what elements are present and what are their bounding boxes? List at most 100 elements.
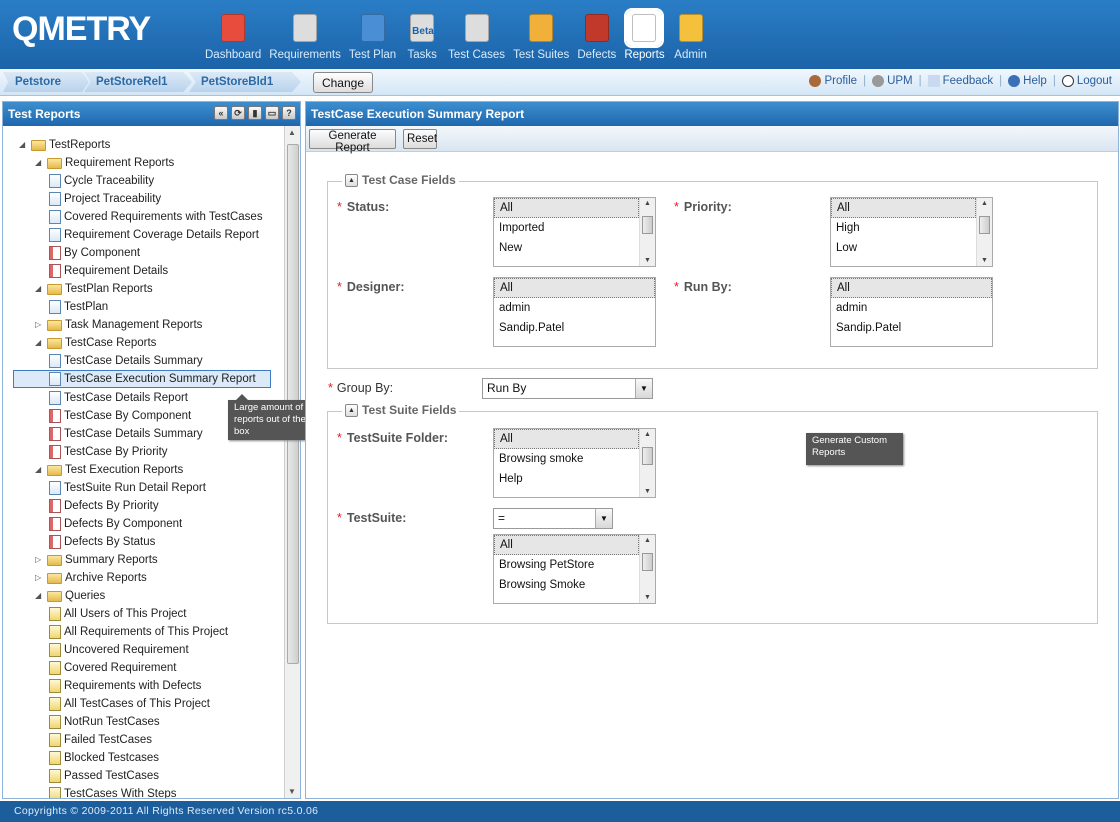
expand-icon[interactable]: ▷	[35, 569, 44, 587]
status-list[interactable]: All Imported New ▲ ▼	[493, 197, 656, 267]
list-option[interactable]: All	[494, 535, 639, 555]
ts-fields-legend[interactable]: ▲ Test Suite Fields	[342, 403, 460, 417]
profile-link[interactable]: Profile	[809, 75, 857, 87]
scroll-down-icon[interactable]: ▼	[644, 488, 651, 495]
priority-list[interactable]: All High Low ▲ ▼	[830, 197, 993, 267]
tree-report[interactable]: Requirement Coverage Details Report	[49, 226, 259, 244]
nav-requirements[interactable]: Requirements	[266, 0, 344, 69]
scroll-thumb[interactable]	[642, 553, 653, 571]
list-scrollbar[interactable]: ▲ ▼	[976, 198, 992, 266]
tree-folder[interactable]: ◢ TestCase Reports	[35, 334, 156, 352]
tree-report[interactable]: Project Traceability	[49, 190, 161, 208]
upm-link[interactable]: UPM	[872, 75, 913, 87]
tree-report[interactable]: TestCases With Steps	[49, 785, 176, 798]
release-crumb[interactable]: PetStoreRel1	[84, 72, 192, 92]
list-option[interactable]: Browsing PetStore	[494, 555, 639, 575]
groupby-select[interactable]: Run By ▼	[482, 378, 653, 399]
panel-help-icon[interactable]: ?	[282, 106, 296, 120]
collapse-icon[interactable]: ◢	[35, 587, 44, 605]
list-scrollbar[interactable]: ▲ ▼	[639, 198, 655, 266]
tree-folder[interactable]: ▷ Summary Reports	[35, 551, 158, 569]
tree-folder[interactable]: ◢ TestPlan Reports	[35, 280, 153, 298]
tree-report[interactable]: Cycle Traceability	[49, 172, 154, 190]
tsfolder-list[interactable]: All Browsing smoke Help ▲ ▼	[493, 428, 656, 498]
minimize-icon[interactable]: ▭	[265, 106, 279, 120]
testsuite-operator-select[interactable]: = ▼	[493, 508, 613, 529]
list-option[interactable]: Low	[831, 238, 976, 258]
tree-report[interactable]: All Requirements of This Project	[49, 623, 228, 641]
tree-report[interactable]: TestCase By Priority	[49, 443, 168, 461]
tree-folder[interactable]: ◢ TestReports	[19, 136, 110, 154]
scroll-up-icon[interactable]: ▲	[644, 200, 651, 207]
collapse-icon[interactable]: ◢	[35, 154, 44, 172]
designer-list[interactable]: All admin Sandip.Patel	[493, 277, 656, 347]
tree-report[interactable]: TestCase Details Summary	[49, 352, 203, 370]
generate-report-button[interactable]: Generate Report	[309, 129, 396, 154]
list-option[interactable]: Help	[494, 469, 639, 489]
build-crumb[interactable]: PetStoreBld1	[189, 72, 301, 92]
tree-report[interactable]: NotRun TestCases	[49, 713, 160, 731]
collapse-icon[interactable]: «	[214, 106, 228, 120]
tree-report[interactable]: TestCase By Component	[49, 407, 191, 425]
tree-folder[interactable]: ◢ Requirement Reports	[35, 154, 174, 172]
nav-reports[interactable]: Reports	[621, 0, 667, 69]
collapse-icon[interactable]: ◢	[19, 136, 28, 154]
tree-report[interactable]: Defects By Priority	[49, 497, 159, 515]
logout-link[interactable]: Logout	[1061, 75, 1112, 87]
tree-report[interactable]: TestCase Execution Summary Report	[13, 370, 271, 388]
tree-report[interactable]: TestCase Details Report	[49, 389, 188, 407]
help-link[interactable]: Help	[1008, 75, 1047, 87]
chevron-down-icon[interactable]: ▼	[635, 379, 652, 398]
nav-tasks[interactable]: Beta Tasks	[401, 0, 443, 69]
testsuite-list[interactable]: All Browsing PetStore Browsing Smoke ▲ ▼	[493, 534, 656, 604]
nav-test-plan[interactable]: Test Plan	[346, 0, 399, 69]
reset-button[interactable]: Reset	[403, 129, 437, 149]
tree-folder[interactable]: ▷ Archive Reports	[35, 569, 147, 587]
tree-folder[interactable]: ▷ Task Management Reports	[35, 316, 202, 334]
runby-list[interactable]: All admin Sandip.Patel	[830, 277, 993, 347]
tree-scrollbar[interactable]: ▲ ▼	[284, 126, 300, 798]
tree-report[interactable]: Requirements with Defects	[49, 677, 201, 695]
tree-report[interactable]: Passed TestCases	[49, 767, 159, 785]
collapse-up-icon[interactable]: ▲	[345, 173, 358, 187]
list-scrollbar[interactable]: ▲ ▼	[639, 429, 655, 497]
list-scrollbar[interactable]: ▲ ▼	[639, 535, 655, 603]
expand-icon[interactable]: ▷	[35, 551, 44, 569]
tree-report[interactable]: TestCase Details Summary	[49, 425, 203, 443]
scroll-thumb[interactable]	[642, 216, 653, 234]
feedback-link[interactable]: Feedback	[927, 75, 993, 87]
scroll-down-icon[interactable]: ▼	[288, 787, 296, 796]
tree-report[interactable]: Defects By Component	[49, 515, 182, 533]
scroll-up-icon[interactable]: ▲	[981, 200, 988, 207]
refresh-icon[interactable]: ⟳	[231, 106, 245, 120]
scroll-up-icon[interactable]: ▲	[288, 128, 296, 137]
scroll-down-icon[interactable]: ▼	[644, 594, 651, 601]
tree-report[interactable]: All TestCases of This Project	[49, 695, 210, 713]
scroll-up-icon[interactable]: ▲	[644, 537, 651, 544]
tree-folder[interactable]: ◢ Test Execution Reports	[35, 461, 183, 479]
list-option[interactable]: Imported	[494, 218, 639, 238]
nav-admin[interactable]: Admin	[670, 0, 712, 69]
scroll-down-icon[interactable]: ▼	[644, 257, 651, 264]
collapse-icon[interactable]: ◢	[35, 461, 44, 479]
list-option[interactable]: All	[494, 429, 639, 449]
list-option[interactable]: High	[831, 218, 976, 238]
list-option[interactable]: Browsing smoke	[494, 449, 639, 469]
tree-report[interactable]: TestPlan	[49, 298, 108, 316]
list-option[interactable]: Browsing Smoke	[494, 575, 639, 595]
collapse-icon[interactable]: ◢	[35, 334, 44, 352]
scroll-thumb[interactable]	[642, 447, 653, 465]
nav-test-cases[interactable]: Test Cases	[445, 0, 508, 69]
tree-report[interactable]: Uncovered Requirement	[49, 641, 189, 659]
project-crumb[interactable]: Petstore	[3, 72, 89, 92]
list-option[interactable]: New	[494, 238, 639, 258]
tc-fields-legend[interactable]: ▲ Test Case Fields	[342, 173, 459, 187]
tree-folder[interactable]: ◢ Queries	[35, 587, 105, 605]
list-option[interactable]: admin	[831, 298, 992, 318]
tree-report[interactable]: Covered Requirements with TestCases	[49, 208, 263, 226]
tree-report[interactable]: Failed TestCases	[49, 731, 152, 749]
change-button[interactable]: Change	[313, 72, 373, 93]
scroll-up-icon[interactable]: ▲	[644, 431, 651, 438]
collapse-icon[interactable]: ◢	[35, 280, 44, 298]
pin-icon[interactable]: ▮	[248, 106, 262, 120]
